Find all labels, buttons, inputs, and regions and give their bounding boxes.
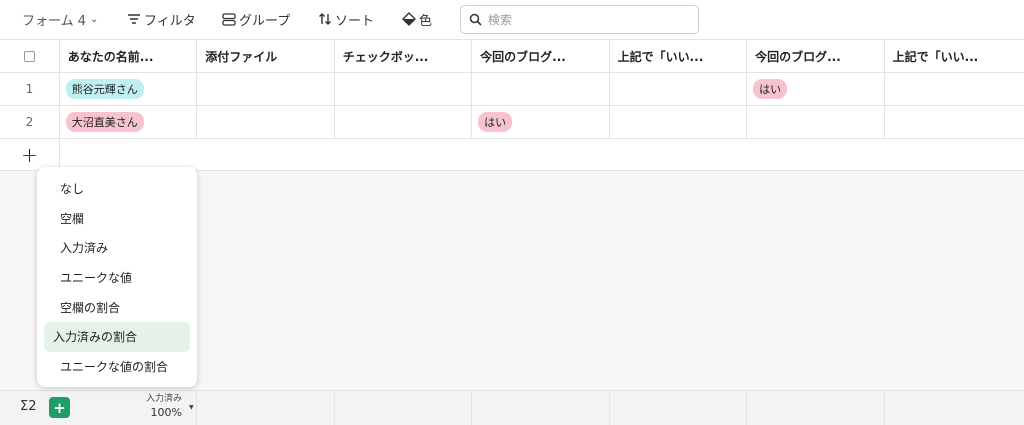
column-header[interactable]: 添付ファイル xyxy=(197,40,335,72)
view-label: フォーム 4 xyxy=(22,13,87,29)
menu-item-none[interactable]: なし xyxy=(44,174,190,204)
menu-item-unique[interactable]: ユニークな値 xyxy=(44,263,190,293)
answer-tag: はい xyxy=(753,79,788,99)
menu-item-empty[interactable]: 空欄 xyxy=(44,204,190,234)
group-label: グループ xyxy=(239,13,291,29)
summary-number: 100% xyxy=(150,406,182,419)
column-header[interactable]: 上記で「いい... xyxy=(885,40,1024,72)
blog-cell[interactable]: はい xyxy=(472,106,610,138)
search-input[interactable] xyxy=(488,12,688,27)
column-header[interactable]: 今回のブログ... xyxy=(747,40,885,72)
footer-cell[interactable] xyxy=(197,391,335,425)
color-label: 色 xyxy=(419,13,433,29)
caret-down-icon[interactable]: ▼ xyxy=(189,404,194,411)
checkbox-cell[interactable] xyxy=(335,73,473,105)
chevron-down-icon: ⌄ xyxy=(90,13,99,25)
footer-cell[interactable] xyxy=(884,391,1024,425)
summary-label: 入力済み xyxy=(145,394,182,404)
summary-menu: なし 空欄 入力済み ユニークな値 空欄の割合 入力済みの割合 ユニークな値の割… xyxy=(37,167,197,387)
attachment-cell[interactable] xyxy=(197,73,335,105)
answer-tag: はい xyxy=(478,112,513,132)
color-button[interactable]: 色 xyxy=(402,0,432,38)
like-cell-2[interactable] xyxy=(885,73,1024,105)
blog-cell-2[interactable]: はい xyxy=(747,73,885,105)
menu-item-filled-ratio[interactable]: 入力済みの割合 xyxy=(44,321,190,352)
footer-cell[interactable] xyxy=(609,391,748,425)
column-header[interactable]: 上記で「いい... xyxy=(610,40,748,72)
search-box[interactable] xyxy=(460,5,699,34)
filter-button[interactable]: フィルタ xyxy=(127,0,196,38)
header-row: あなたの名前... 添付ファイル チェックボッ... 今回のブログ... 上記で… xyxy=(0,39,1024,73)
toolbar: フォーム 4 ⌄ フィルタ グループ ソート 色 xyxy=(0,0,1024,38)
name-tag: 熊谷元輝さん xyxy=(65,79,144,99)
search-icon xyxy=(469,13,482,26)
filter-icon xyxy=(128,14,140,24)
column-header[interactable]: チェックボッ... xyxy=(335,40,473,72)
menu-item-unique-ratio[interactable]: ユニークな値の割合 xyxy=(44,352,190,382)
group-icon xyxy=(222,12,236,26)
row-number: 1 xyxy=(0,73,60,105)
record-count: Σ2 xyxy=(20,399,37,414)
menu-item-empty-ratio[interactable]: 空欄の割合 xyxy=(44,292,190,322)
view-selector[interactable]: フォーム 4 ⌄ xyxy=(22,0,98,38)
checkbox-cell[interactable] xyxy=(335,106,473,138)
menu-item-filled[interactable]: 入力済み xyxy=(44,233,190,263)
name-cell[interactable]: 熊谷元輝さん xyxy=(60,73,198,105)
table-row[interactable]: 2 大沼直美さん はい xyxy=(0,106,1024,139)
attachment-cell[interactable] xyxy=(197,106,335,138)
like-cell[interactable] xyxy=(610,73,748,105)
select-all-checkbox[interactable] xyxy=(23,50,35,62)
sort-icon xyxy=(319,13,331,25)
name-cell[interactable]: 大沼直美さん xyxy=(60,106,198,138)
column-header[interactable]: 今回のブログ... xyxy=(472,40,610,72)
blog-cell-2[interactable] xyxy=(747,106,885,138)
blog-cell[interactable] xyxy=(472,73,610,105)
table-row[interactable]: 1 熊谷元輝さん はい xyxy=(0,73,1024,106)
like-cell-2[interactable] xyxy=(885,106,1024,138)
paint-bucket-icon xyxy=(402,12,416,26)
footer-cell[interactable] xyxy=(334,391,473,425)
column-header[interactable]: あなたの名前... xyxy=(60,40,198,72)
footer-cell[interactable] xyxy=(747,391,885,425)
summary-value[interactable]: 入力済み 100% xyxy=(120,392,182,420)
like-cell[interactable] xyxy=(610,106,748,138)
group-button[interactable]: グループ xyxy=(222,0,290,38)
row-number: 2 xyxy=(0,106,60,138)
sort-label: ソート xyxy=(335,13,375,29)
sort-button[interactable]: ソート xyxy=(318,0,374,38)
footer-cell[interactable] xyxy=(472,391,610,425)
name-tag: 大沼直美さん xyxy=(65,112,144,132)
filter-label: フィルタ xyxy=(144,13,196,29)
add-summary-button[interactable]: + xyxy=(49,397,70,418)
select-all-cell xyxy=(0,40,60,72)
